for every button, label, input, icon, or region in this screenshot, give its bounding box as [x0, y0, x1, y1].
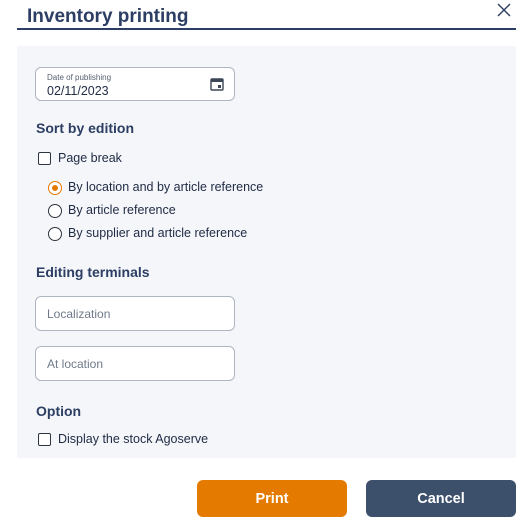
form-panel — [17, 46, 516, 458]
page-break-label: Page break — [58, 151, 122, 165]
cancel-button[interactable]: Cancel — [366, 480, 516, 517]
editing-terminals-heading: Editing terminals — [36, 264, 150, 280]
radio-article-reference[interactable] — [48, 204, 62, 218]
print-button[interactable]: Print — [197, 480, 347, 517]
radio-article-reference-label: By article reference — [68, 203, 176, 217]
date-field-label: Date of publishing — [47, 73, 112, 82]
page-break-checkbox[interactable] — [38, 152, 51, 165]
sort-by-edition-heading: Sort by edition — [36, 120, 134, 136]
option-heading: Option — [36, 403, 82, 419]
date-of-publishing-field[interactable]: Date of publishing 02/11/2023 — [35, 67, 235, 101]
localization-input[interactable] — [35, 296, 235, 331]
close-icon[interactable] — [494, 0, 514, 20]
dialog-title: Inventory printing — [27, 6, 189, 27]
radio-location-article-label: By location and by article reference — [68, 180, 264, 194]
radio-location-article[interactable] — [48, 181, 62, 195]
radio-supplier-article[interactable] — [48, 227, 62, 241]
radio-supplier-article-label: By supplier and article reference — [68, 226, 248, 240]
date-field-value: 02/11/2023 — [47, 84, 109, 98]
display-stock-checkbox[interactable] — [38, 433, 51, 446]
calendar-icon[interactable] — [210, 77, 224, 91]
display-stock-label: Display the stock Agoserve — [58, 432, 209, 446]
at-location-input[interactable] — [35, 346, 235, 381]
title-divider — [17, 28, 516, 30]
